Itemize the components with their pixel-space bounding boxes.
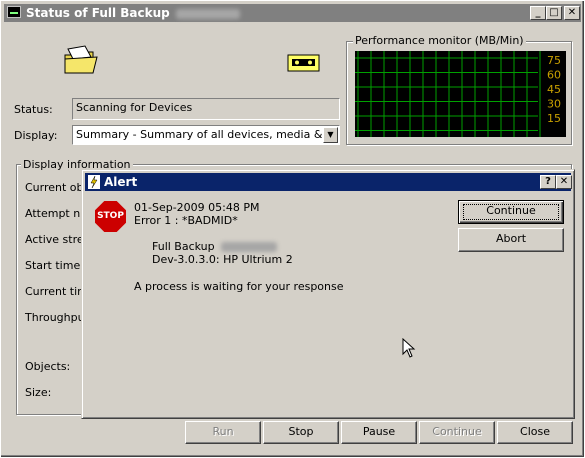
display-label: Display: xyxy=(14,129,58,142)
alert-abort-button[interactable]: Abort xyxy=(458,228,564,252)
stop-button[interactable]: Stop xyxy=(263,421,339,444)
display-select[interactable]: Summary - Summary of all devices, media … xyxy=(72,125,340,145)
chevron-down-icon[interactable]: ▼ xyxy=(323,127,338,143)
minimize-button[interactable]: _ xyxy=(530,6,546,20)
objects-label: Objects: xyxy=(25,360,71,373)
alert-timestamp: 01-Sep-2009 05:48 PM xyxy=(134,201,260,214)
performance-monitor-title: Performance monitor (MB/Min) xyxy=(353,34,526,47)
status-label: Status: xyxy=(14,103,53,116)
display-select-value: Summary - Summary of all devices, media … xyxy=(76,128,322,141)
scale-label: 45 xyxy=(547,83,561,96)
alert-job: Full Backup xyxy=(152,240,215,253)
throughput-label: Throughput xyxy=(25,311,89,324)
tape-icon xyxy=(287,54,320,72)
alert-title: Alert xyxy=(104,175,138,189)
status-field: Scanning for Devices xyxy=(72,98,340,120)
scale-label: 75 xyxy=(547,54,561,67)
alert-device: Dev-3.0.3.0: HP Ultrium 2 xyxy=(152,253,293,266)
scale-label: 15 xyxy=(547,112,561,125)
size-label: Size: xyxy=(25,386,52,399)
run-button[interactable]: Run xyxy=(185,421,261,444)
alert-titlebar[interactable]: Alert ? ✕ xyxy=(85,173,572,191)
alert-message: A process is waiting for your response xyxy=(134,280,344,293)
redacted-text xyxy=(175,8,240,19)
maximize-button[interactable]: □ xyxy=(546,6,562,20)
folder-icon xyxy=(64,45,98,74)
focus-rect xyxy=(463,204,559,220)
continue-button[interactable]: Continue xyxy=(419,421,495,444)
lightning-icon xyxy=(88,175,100,189)
performance-graph: 75 6045 3015 xyxy=(355,51,566,137)
close-window-button[interactable]: Close xyxy=(497,421,573,444)
window-title: Status of Full Backup xyxy=(26,6,170,20)
alert-continue-button[interactable]: Continue xyxy=(458,200,564,224)
app-icon xyxy=(7,6,21,18)
mouse-cursor-icon xyxy=(402,338,416,358)
alert-dialog: Alert ? ✕ STOP 01-Sep-2009 05:48 PM Erro… xyxy=(81,169,575,419)
redacted-text xyxy=(220,242,277,252)
start-time-label: Start time: xyxy=(25,259,84,272)
scale-label: 30 xyxy=(547,98,561,111)
close-button[interactable]: ✕ xyxy=(564,6,580,20)
help-button[interactable]: ? xyxy=(540,175,556,189)
alert-close-button[interactable]: ✕ xyxy=(556,175,572,189)
alert-error: Error 1 : *BADMID* xyxy=(134,214,238,227)
window-titlebar[interactable]: Status of Full Backup _ □ ✕ xyxy=(4,4,581,22)
stop-icon: STOP xyxy=(95,201,126,232)
scale-label: 60 xyxy=(547,69,561,82)
pause-button[interactable]: Pause xyxy=(341,421,417,444)
